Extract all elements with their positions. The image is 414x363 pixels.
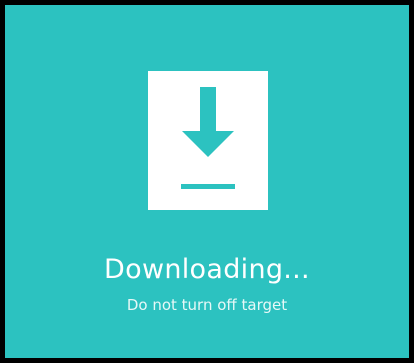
status-subtitle: Do not turn off target [126, 296, 288, 314]
download-arrow-icon [181, 87, 235, 189]
download-mode-screen: Downloading... Do not turn off target [0, 0, 414, 363]
download-tile [148, 71, 268, 210]
status-title: Downloading... [104, 254, 310, 285]
